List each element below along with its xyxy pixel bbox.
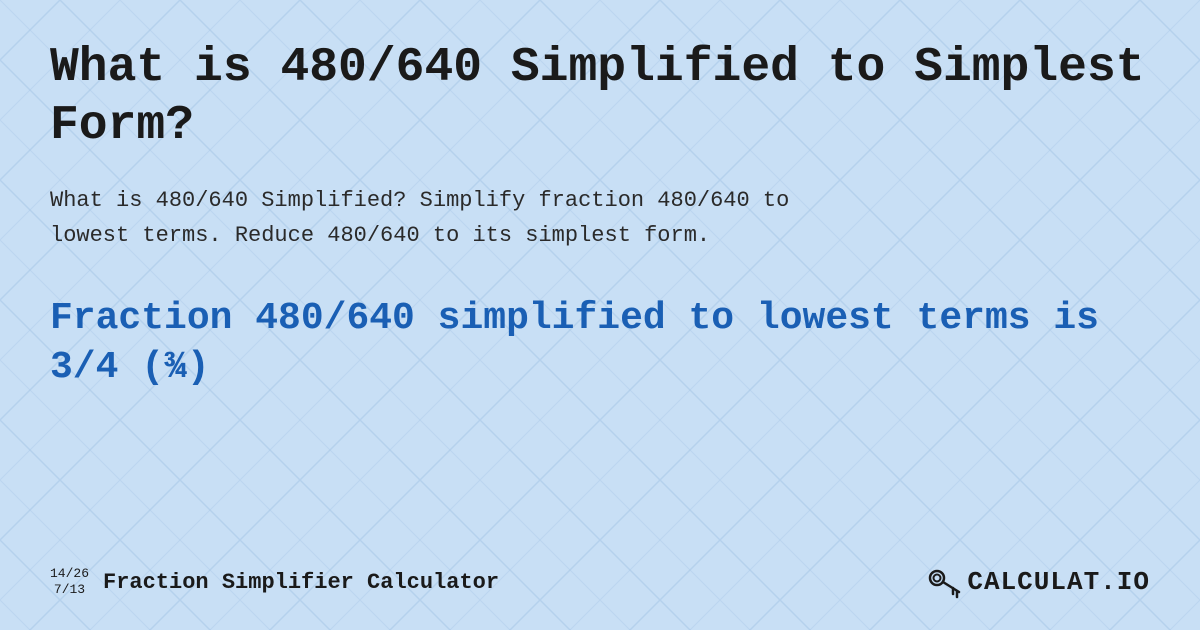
description-line2: lowest terms. Reduce 480/640 to its simp…: [50, 223, 710, 248]
logo-text: CALCULAT.IO: [967, 567, 1150, 597]
fraction-top: 14/26: [50, 566, 89, 582]
footer-left: 14/26 7/13 Fraction Simplifier Calculato…: [50, 566, 499, 597]
footer-fraction: 14/26 7/13: [50, 566, 89, 597]
footer: 14/26 7/13 Fraction Simplifier Calculato…: [50, 564, 1150, 600]
fraction-bottom: 7/13: [54, 582, 85, 598]
description-text: What is 480/640 Simplified? Simplify fra…: [50, 183, 1150, 253]
logo: CALCULAT.IO: [925, 564, 1150, 600]
description-line1: What is 480/640 Simplified? Simplify fra…: [50, 188, 789, 213]
key-icon: [925, 564, 961, 600]
result-line1: Fraction 480/640 simplified to lowest te…: [50, 294, 1150, 343]
page-title: What is 480/640 Simplified to Simplest F…: [50, 40, 1150, 155]
footer-label: Fraction Simplifier Calculator: [103, 570, 499, 595]
result-text: Fraction 480/640 simplified to lowest te…: [50, 294, 1150, 393]
result-line2: 3/4 (¾): [50, 343, 1150, 392]
